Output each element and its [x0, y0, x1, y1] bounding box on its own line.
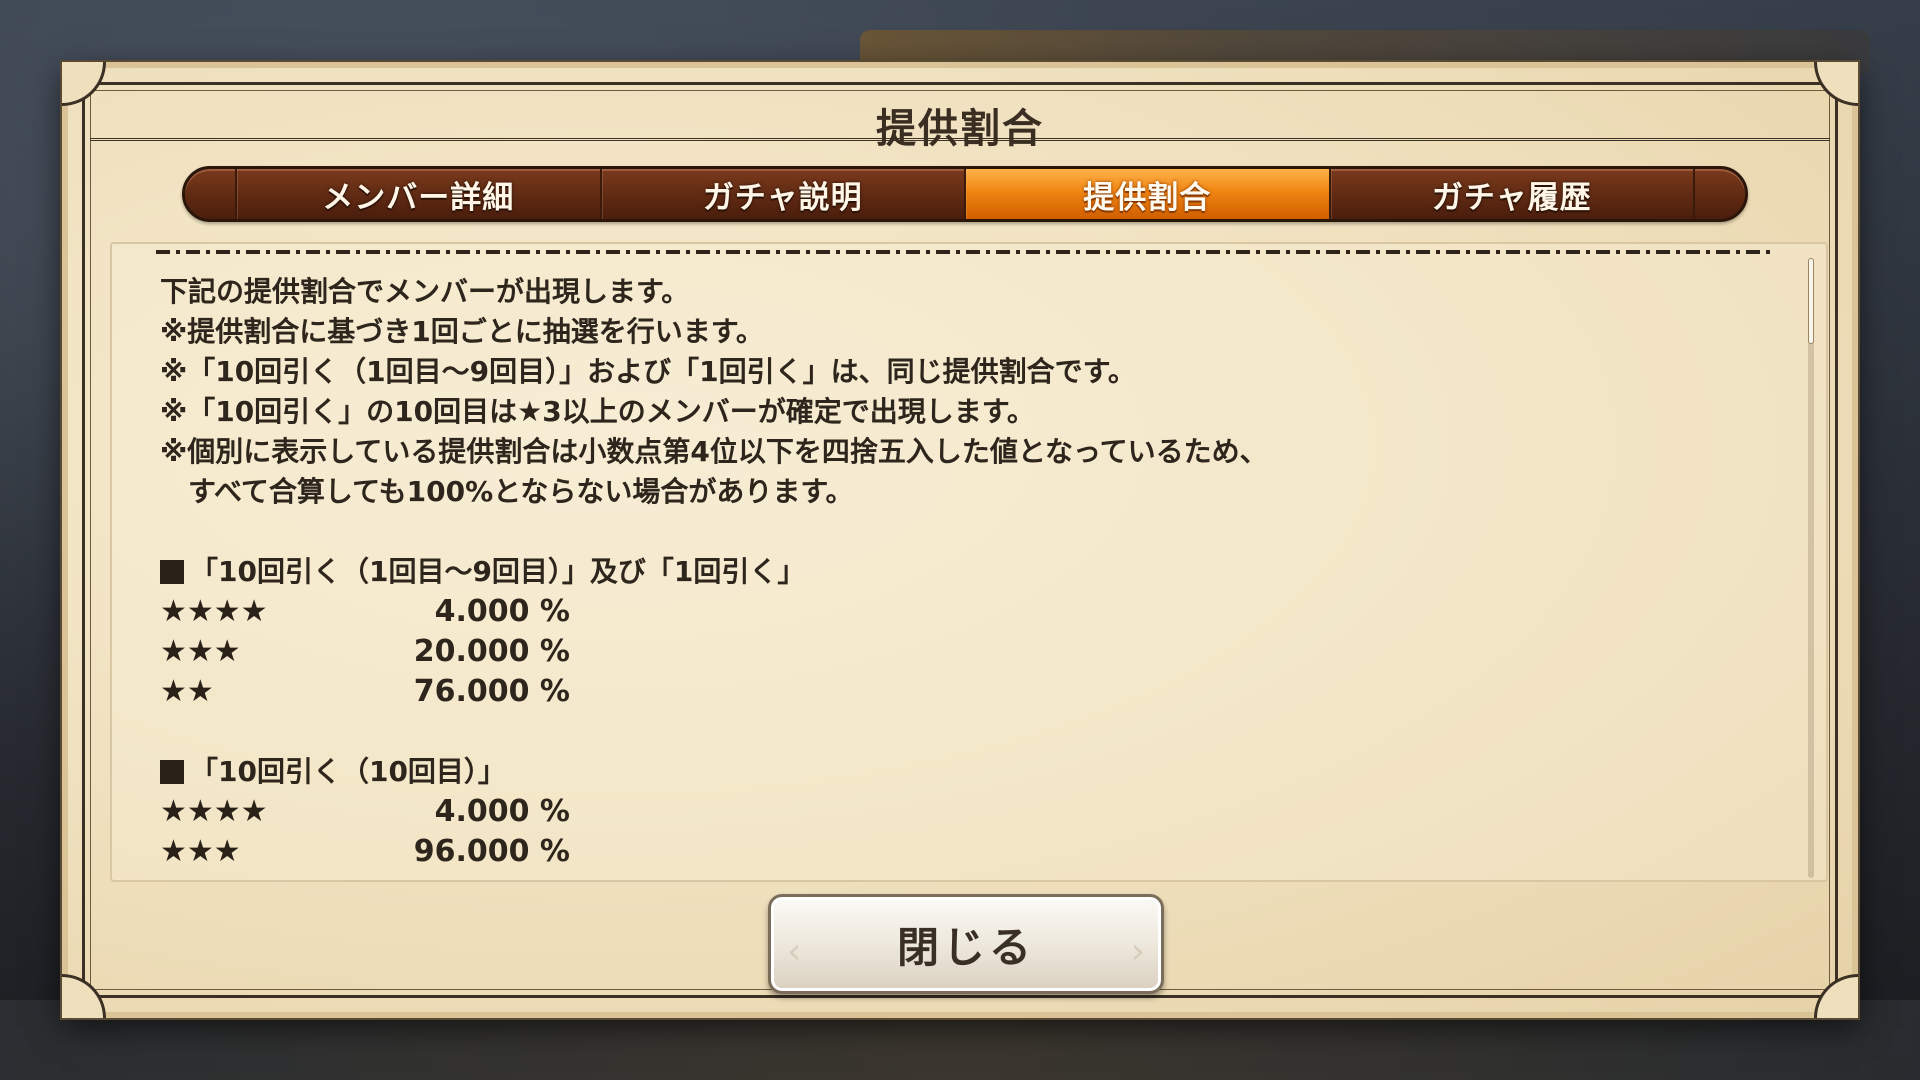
star-rarity: ★★★★ — [160, 794, 268, 829]
section-heading: 「10回引く（10回目）」 — [160, 752, 1740, 792]
star-rarity: ★★★★ — [160, 594, 268, 629]
section-heading: 「10回引く（1回目～9回目）」及び「1回引く」 — [160, 552, 1740, 592]
note-line: ※「10回引く」の10回目は★3以上のメンバーが確定で出現します。 — [160, 395, 1035, 428]
tab-gacha-description[interactable]: ガチャ説明 — [599, 169, 965, 219]
dashed-divider — [156, 250, 1776, 254]
scrollbar[interactable] — [1808, 258, 1814, 878]
star-rarity: ★★★ — [160, 834, 241, 869]
rate-value: 96.000 % — [413, 834, 570, 869]
section-heading-text: 「10回引く（1回目～9回目）」及び「1回引く」 — [190, 555, 806, 588]
dialog-header: 提供割合 — [90, 90, 1830, 152]
rate-value: 20.000 % — [413, 634, 570, 669]
rates-content: 下記の提供割合でメンバーが出現します。 ※提供割合に基づき1回ごとに抽選を行いま… — [160, 272, 1740, 872]
rate-row: ★★★★ 4.000 % — [160, 592, 1740, 632]
star-rarity: ★★★ — [160, 634, 241, 669]
rate-row: ★★★★ 4.000 % — [160, 792, 1740, 832]
rate-row: ★★★ 20.000 % — [160, 632, 1740, 672]
section-heading-text: 「10回引く（10回目）」 — [190, 755, 506, 788]
rate-value: 4.000 % — [434, 594, 570, 629]
rates-content-panel[interactable]: 下記の提供割合でメンバーが出現します。 ※提供割合に基づき1回ごとに抽選を行いま… — [110, 242, 1828, 882]
tab-member-details[interactable]: メンバー詳細 — [235, 169, 600, 219]
dialog-title: 提供割合 — [876, 106, 1044, 152]
scrollbar-thumb[interactable] — [1808, 258, 1814, 344]
rate-row: ★★★ 96.000 % — [160, 832, 1740, 872]
rate-row: ★★ 76.000 % — [160, 672, 1740, 712]
star-rarity: ★★ — [160, 674, 214, 709]
frame-corner-bottom-left — [62, 974, 106, 1018]
note-line: 下記の提供割合でメンバーが出現します。 — [160, 275, 690, 308]
chevron-left-icon: ‹ — [787, 931, 802, 972]
rates-dialog: 提供割合 メンバー詳細 ガチャ説明 提供割合 ガチャ履歴 下記の提供割合でメンバ… — [62, 62, 1858, 1018]
note-line: すべて合算しても100%とならない場合があります。 — [160, 475, 854, 508]
close-button[interactable]: ‹ 閉じる › — [768, 894, 1164, 994]
rate-value: 4.000 % — [434, 794, 570, 829]
note-line: ※提供割合に基づき1回ごとに抽選を行います。 — [160, 315, 764, 348]
bullet-square-icon — [160, 760, 184, 784]
bullet-square-icon — [160, 560, 184, 584]
note-line: ※個別に表示している提供割合は小数点第4位以下を四捨五入した値となっているため、 — [160, 435, 1268, 468]
chevron-right-icon: › — [1130, 931, 1145, 972]
tab-drop-rates[interactable]: 提供割合 — [964, 169, 1329, 219]
tab-bar: メンバー詳細 ガチャ説明 提供割合 ガチャ履歴 — [182, 166, 1748, 222]
close-button-label: 閉じる — [896, 922, 1035, 972]
frame-corner-bottom-right — [1814, 974, 1858, 1018]
rate-value: 76.000 % — [413, 674, 570, 709]
tab-gacha-history[interactable]: ガチャ履歴 — [1328, 169, 1695, 219]
note-line: ※「10回引く（1回目～9回目）」および「1回引く」は、同じ提供割合です。 — [160, 355, 1136, 388]
